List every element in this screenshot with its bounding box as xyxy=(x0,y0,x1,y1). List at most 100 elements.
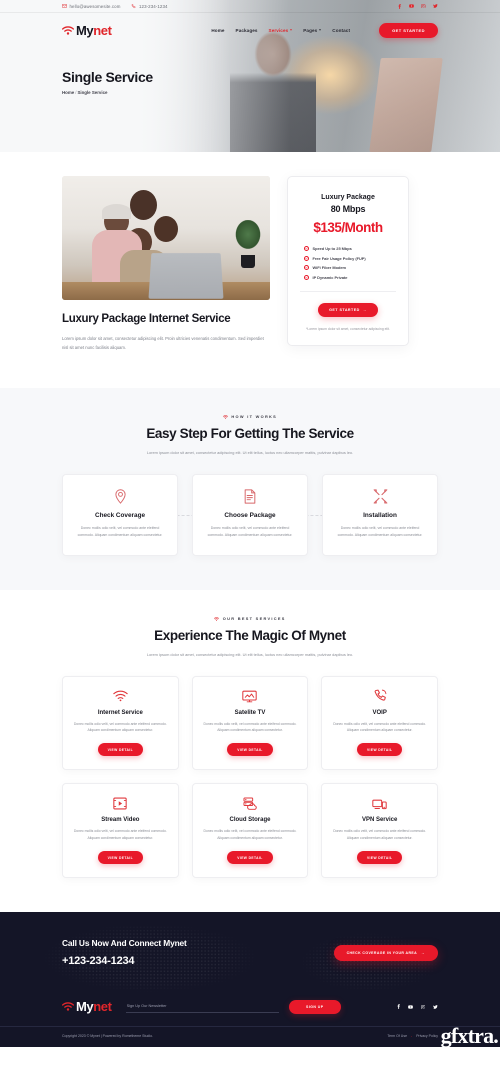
service-card-title: Internet Service xyxy=(97,709,143,716)
service-card-stream-video[interactable]: Stream Video Donec mollis odio velit, ve… xyxy=(62,783,179,879)
service-card-internet-service[interactable]: Internet Service Donec mollis odio velit… xyxy=(62,675,179,771)
topbar-phone[interactable]: 123-234-1234 xyxy=(131,4,167,9)
package-section: Luxury Package Internet Service Lorem ip… xyxy=(0,152,500,389)
footer-logo[interactable]: Mynet xyxy=(62,999,112,1014)
wifi-icon xyxy=(62,1002,74,1012)
service-card-title: VPN Service xyxy=(361,817,398,824)
nav-item-services[interactable]: Services xyxy=(269,28,293,33)
nav-item-pages[interactable]: Pages xyxy=(303,28,322,33)
view-detail-button[interactable]: VIEW DETAIL xyxy=(97,743,144,757)
wifi-icon xyxy=(222,415,228,419)
footer-logo-part1: My xyxy=(76,999,94,1015)
service-card-vpn-service[interactable]: VPN Service Donec mollis odio velit, vel… xyxy=(321,783,438,879)
view-detail-button[interactable]: VIEW DETAIL xyxy=(227,743,273,757)
arrow-right-icon: → xyxy=(421,950,425,955)
privacy-policy-link[interactable]: Privacy Policy xyxy=(416,1034,438,1038)
footer-logo-text: Mynet xyxy=(76,999,112,1014)
cloud-server-icon xyxy=(202,796,299,811)
wifi-icon xyxy=(72,689,169,704)
check-coverage-label: CHECK COVERAGE IN YOUR AREA xyxy=(346,950,418,955)
view-detail-button[interactable]: VIEW DETAIL xyxy=(356,851,403,865)
newsletter-input[interactable] xyxy=(125,1000,280,1013)
monitor-icon xyxy=(202,689,299,704)
chevron-down-icon xyxy=(319,29,322,31)
service-card-text: Donec mollis odio velit, vel commodo ant… xyxy=(73,721,167,733)
services-heading: Experience The Magic Of Mynet xyxy=(154,628,346,644)
copyright-text: Copyright 2023 © Mynet | Powered by Rome… xyxy=(62,1034,154,1039)
page-root: hello@awesomesite.com 123-234-1234 Mynet… xyxy=(0,0,500,1048)
footer-dark-area: Call Us Now And Connect Mynet +123-234-1… xyxy=(0,912,500,1048)
facebook-icon[interactable] xyxy=(397,1004,400,1010)
steps-grid: Check Coverage Donec mollis odio velit, … xyxy=(62,473,438,557)
tools-icon xyxy=(333,489,427,505)
how-it-works-section: HOW IT WORKS Easy Step For Getting The S… xyxy=(0,388,500,591)
footer-legal-links: Term Of Use - Privacy Policy xyxy=(387,1034,438,1038)
hero-section: hello@awesomesite.com 123-234-1234 Mynet… xyxy=(0,0,500,152)
view-detail-button[interactable]: VIEW DETAIL xyxy=(227,851,273,865)
services-eyebrow: OUR BEST SERVICES xyxy=(62,616,438,621)
newsletter-form: SIGN UP xyxy=(125,999,341,1014)
package-heading: Luxury Package Internet Service xyxy=(62,313,231,325)
topbar-phone-text: 123-234-1234 xyxy=(138,3,168,9)
steps-eyebrow-label: HOW IT WORKS xyxy=(231,414,278,420)
hero-content: Single Service Home/Single Service xyxy=(0,47,500,95)
topbar-email[interactable]: hello@awesomesite.com xyxy=(62,4,120,9)
service-card-text: Donec mollis odio velit, vel commodo ant… xyxy=(203,829,297,841)
step-card[interactable]: Choose Package Donec mollis odio velit, … xyxy=(192,473,308,557)
pricing-card: Luxury Package 80 Mbps $135/Month Speed … xyxy=(287,176,409,346)
service-card-text: Donec mollis odio velit, vel commodo ant… xyxy=(73,829,167,841)
twitter-icon[interactable] xyxy=(433,4,438,9)
wifi-icon xyxy=(214,616,220,621)
nav-item-contact[interactable]: Contact xyxy=(332,28,350,33)
footer-bottom-bar: Copyright 2023 © Mynet | Powered by Rome… xyxy=(0,1026,500,1047)
get-started-button[interactable]: GET STARTED xyxy=(379,22,438,38)
package-left-column: Luxury Package Internet Service Lorem ip… xyxy=(62,176,270,352)
breadcrumb-home[interactable]: Home xyxy=(62,90,74,95)
pricing-card-note: *Lorem ipsum dolor sit amet, consectetur… xyxy=(306,326,390,331)
service-card-satelite-tv[interactable]: Satelite TV Donec mollis odio velit, vel… xyxy=(191,675,309,771)
service-card-voip[interactable]: VOIP Donec mollis odio velit, vel commod… xyxy=(321,675,438,771)
facebook-icon[interactable] xyxy=(397,3,402,9)
feature-row: Free Fair Usage Policy (FUP) xyxy=(304,255,396,261)
main-navbar: Mynet Home Packages Services Pages Conta… xyxy=(0,13,500,47)
youtube-icon[interactable] xyxy=(407,1005,413,1009)
cta-banner: Call Us Now And Connect Mynet +123-234-1… xyxy=(0,912,500,991)
nav-links: Home Packages Services Pages Contact GET… xyxy=(211,22,438,38)
instagram-icon[interactable] xyxy=(421,3,426,9)
site-logo[interactable]: Mynet xyxy=(62,23,112,38)
service-card-cloud-storage[interactable]: Cloud Storage Donec mollis odio velit, v… xyxy=(191,783,309,879)
view-detail-button[interactable]: VIEW DETAIL xyxy=(356,743,403,757)
feature-label: Speed Up to 25 Mbps xyxy=(312,246,352,251)
step-title: Check Coverage xyxy=(94,511,146,519)
feature-label: IP Dynamic Private xyxy=(312,274,348,280)
twitter-icon[interactable] xyxy=(433,1005,438,1009)
pricing-card-speed: 80 Mbps xyxy=(330,204,366,214)
view-detail-button[interactable]: VIEW DETAIL xyxy=(97,851,144,865)
step-card[interactable]: Installation Donec mollis odio velit, ve… xyxy=(322,473,438,557)
nav-item-home[interactable]: Home xyxy=(211,28,224,33)
footer-social-links xyxy=(397,1004,439,1010)
service-card-title: VOIP xyxy=(372,709,387,716)
feature-row: Speed Up to 25 Mbps xyxy=(304,246,396,251)
logo-text-part1: My xyxy=(76,22,94,38)
chevron-down-icon xyxy=(290,29,293,31)
step-text: Donec mollis odio velit, vel commodo ant… xyxy=(207,525,293,537)
check-circle-icon xyxy=(304,255,309,261)
nav-item-packages[interactable]: Packages xyxy=(236,28,258,33)
service-card-title: Stream Video xyxy=(101,817,140,824)
step-text: Donec mollis odio velit, vel commodo ant… xyxy=(77,525,163,537)
newsletter-signup-button[interactable]: SIGN UP xyxy=(289,999,341,1014)
terms-of-use-link[interactable]: Term Of Use xyxy=(387,1034,407,1038)
instagram-icon[interactable] xyxy=(420,1004,426,1010)
pricing-get-started-button[interactable]: GET STARTED → xyxy=(318,302,378,317)
youtube-icon[interactable] xyxy=(409,4,414,9)
nav-label: Services xyxy=(268,27,289,33)
step-card[interactable]: Check Coverage Donec mollis odio velit, … xyxy=(62,473,178,557)
feature-label: Free Fair Usage Policy (FUP) xyxy=(312,255,366,261)
link-separator: - xyxy=(411,1034,413,1039)
cta-phone-number[interactable]: +123-234-1234 xyxy=(62,955,187,967)
devices-icon xyxy=(331,796,428,811)
pricing-card-price: $135/Month xyxy=(313,220,383,235)
pricing-card-name: Luxury Package xyxy=(321,194,375,201)
check-coverage-button[interactable]: CHECK COVERAGE IN YOUR AREA → xyxy=(333,944,438,961)
